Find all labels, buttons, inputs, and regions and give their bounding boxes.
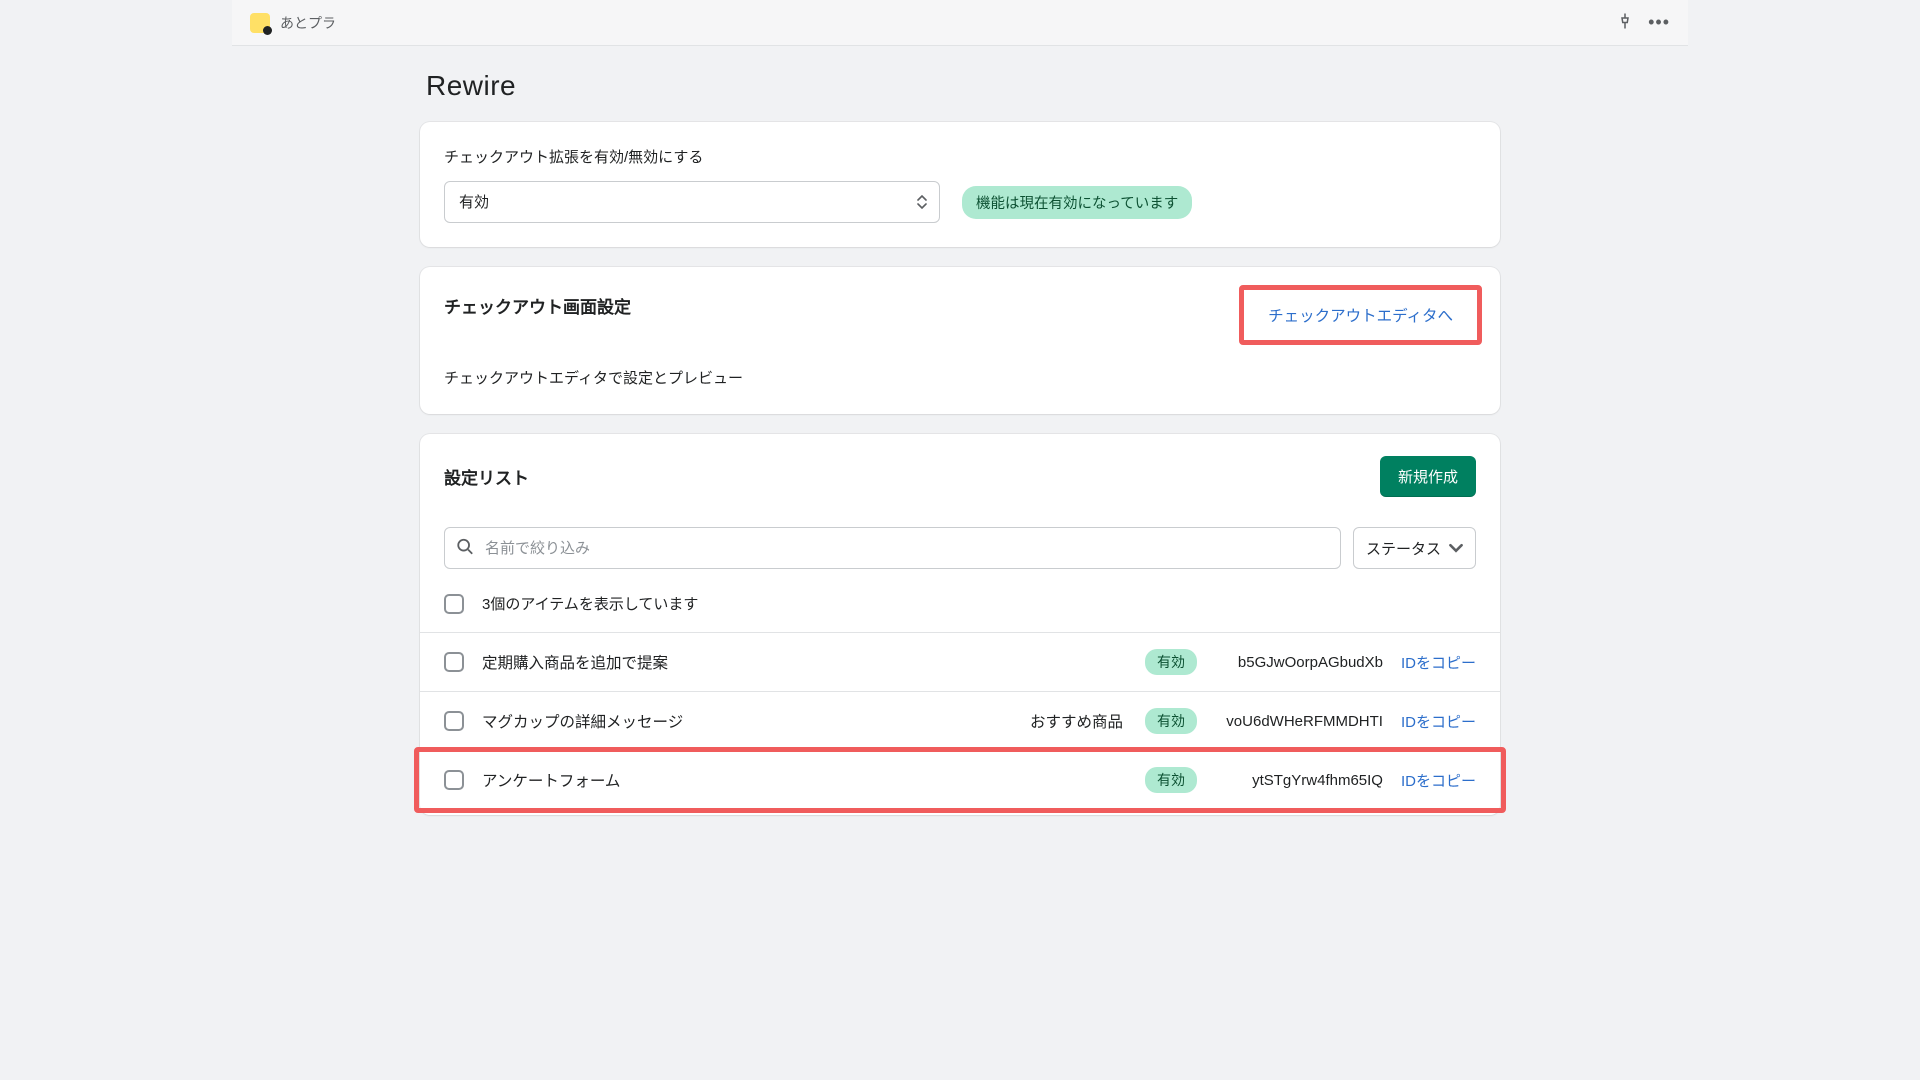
row-id: b5GJwOorpAGbudXb: [1215, 654, 1383, 671]
select-all-checkbox[interactable]: [444, 594, 464, 614]
list-header: 3個のアイテムを表示しています: [420, 587, 1500, 632]
table-row: 定期購入商品を追加で提案有効 b5GJwOorpAGbudXb IDをコピー: [420, 632, 1500, 691]
app-tab-title: あとプラ: [280, 13, 336, 33]
row-status-badge: 有効: [1145, 708, 1197, 734]
row-id: ytSTgYrw4fhm65IQ: [1215, 772, 1383, 789]
row-name[interactable]: アンケートフォーム: [482, 769, 1127, 791]
row-id: voU6dWHeRFMMDHTI: [1215, 713, 1383, 730]
row-status-badge: 有効: [1145, 649, 1197, 675]
enable-label: チェックアウト拡張を有効/無効にする: [444, 146, 1476, 167]
enable-select-wrapper: 有効: [444, 181, 940, 223]
checkout-screen-sub: チェックアウトエディタで設定とプレビュー: [444, 367, 1476, 388]
row-name[interactable]: マグカップの詳細メッセージ: [482, 710, 1012, 732]
enable-status-badge: 機能は現在有効になっています: [962, 186, 1192, 219]
checkout-screen-card: チェックアウト画面設定 チェックアウトエディタへ チェックアウトエディタで設定と…: [420, 267, 1500, 414]
page-title: Rewire: [426, 70, 1500, 102]
copy-id-button[interactable]: IDをコピー: [1401, 711, 1476, 732]
table-row: マグカップの詳細メッセージおすすめ商品有効 voU6dWHeRFMMDHTI IDを…: [420, 691, 1500, 750]
copy-id-button[interactable]: IDをコピー: [1401, 770, 1476, 791]
row-status-badge: 有効: [1145, 767, 1197, 793]
checkout-screen-title: チェックアウト画面設定: [444, 293, 631, 318]
settings-list-card: 設定リスト 新規作成 ステータス: [420, 434, 1500, 815]
search-input[interactable]: [444, 527, 1341, 569]
row-subtext: おすすめ商品: [1030, 710, 1123, 732]
row-checkbox[interactable]: [444, 770, 464, 790]
checkout-editor-link[interactable]: チェックアウトエディタへ: [1268, 308, 1453, 325]
enable-card: チェックアウト拡張を有効/無効にする 有効 機能は現在有効になっています: [420, 122, 1500, 247]
app-tab-icon: [250, 13, 270, 33]
status-filter-label: ステータス: [1366, 538, 1441, 559]
table-row: アンケートフォーム有効 ytSTgYrw4fhm65IQ IDをコピー: [420, 750, 1500, 809]
pin-icon[interactable]: [1616, 12, 1634, 33]
settings-list-title: 設定リスト: [444, 464, 529, 489]
row-name[interactable]: 定期購入商品を追加で提案: [482, 651, 1127, 673]
search-wrapper: [444, 527, 1341, 569]
row-checkbox[interactable]: [444, 711, 464, 731]
search-icon: [456, 538, 474, 559]
row-checkbox[interactable]: [444, 652, 464, 672]
new-button[interactable]: 新規作成: [1380, 456, 1476, 497]
tab-bar: あとプラ •••: [232, 0, 1688, 46]
list-header-text: 3個のアイテムを表示しています: [482, 593, 698, 614]
more-icon[interactable]: •••: [1648, 12, 1670, 33]
copy-id-button[interactable]: IDをコピー: [1401, 652, 1476, 673]
caret-down-icon: [1449, 541, 1463, 555]
status-filter[interactable]: ステータス: [1353, 527, 1476, 569]
checkout-editor-highlight: チェックアウトエディタへ: [1239, 285, 1482, 345]
enable-select[interactable]: 有効: [444, 181, 940, 223]
